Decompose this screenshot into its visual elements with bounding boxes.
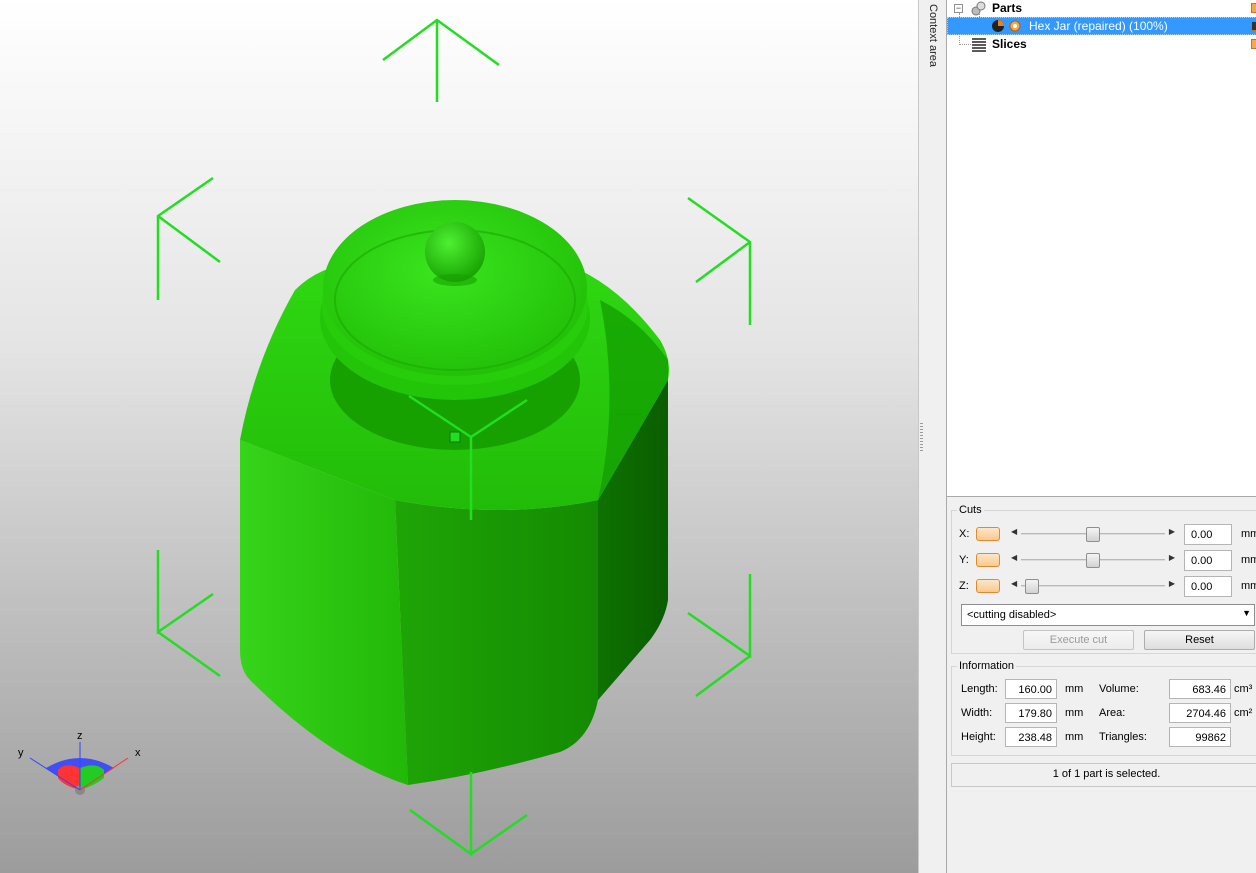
volume-unit: cm³ <box>1234 683 1253 695</box>
tree-item-slices[interactable]: Slices <box>947 35 1256 53</box>
cut-unit: mm <box>1241 580 1256 592</box>
slider-thumb[interactable] <box>1086 527 1100 542</box>
axis-label-y: y <box>18 747 24 759</box>
cut-lock-toggle[interactable] <box>976 527 1000 541</box>
slices-icon <box>971 36 987 52</box>
triangles-value: 99862 <box>1169 727 1231 747</box>
cut-lock-toggle[interactable] <box>976 553 1000 567</box>
parts-tree[interactable]: − Parts Hex Jar (repaired) (100%) Slices <box>947 0 1256 497</box>
execute-cut-button[interactable]: Execute cut <box>1023 630 1134 650</box>
tree-item-label: Hex Jar (repaired) (100%) <box>1029 19 1168 33</box>
cut-axis-label: Z: <box>959 580 969 592</box>
tree-item-parts[interactable]: − Parts <box>947 0 1256 18</box>
3d-viewport[interactable]: z y x <box>0 0 918 873</box>
context-area-label: Context area <box>927 4 939 67</box>
tree-item-hex-jar[interactable]: Hex Jar (repaired) (100%) <box>947 17 1256 35</box>
eye-icon[interactable] <box>1009 20 1025 36</box>
tree-item-label: Slices <box>992 37 1027 51</box>
lock-icon <box>1251 3 1256 13</box>
cut-unit: mm <box>1241 554 1256 566</box>
area-label: Area: <box>1099 707 1126 719</box>
information-title: Information <box>957 660 1017 672</box>
cut-row-y: Y: ◀ ▶ 0.00 mm <box>959 550 1256 572</box>
jar-model[interactable] <box>240 200 669 785</box>
right-panel: − Parts Hex Jar (repaired) (100%) Slices <box>946 0 1256 873</box>
lock-icon <box>1251 21 1256 31</box>
cuts-title: Cuts <box>957 504 984 516</box>
volume-value: 683.46 <box>1169 679 1231 699</box>
slider-right-arrow-icon[interactable]: ▶ <box>1169 527 1175 536</box>
volume-label: Volume: <box>1099 683 1139 695</box>
cutting-mode-value: <cutting disabled> <box>967 609 1057 621</box>
selection-status: 1 of 1 part is selected. <box>951 763 1256 787</box>
cut-axis-label: Y: <box>959 554 969 566</box>
slider-right-arrow-icon[interactable]: ▶ <box>1169 579 1175 588</box>
slider-left-arrow-icon[interactable]: ◀ <box>1011 527 1017 536</box>
info-row-1: Length: 160.00 mm Volume: 683.46 cm³ <box>959 679 1256 701</box>
info-row-3: Height: 238.48 mm Triangles: 99862 <box>959 727 1256 749</box>
cutting-mode-select[interactable]: <cutting disabled> ▼ <box>961 604 1255 626</box>
cut-slider-z[interactable]: ◀ ▶ <box>1011 578 1175 594</box>
height-label: Height: <box>961 731 996 743</box>
width-label: Width: <box>961 707 993 719</box>
length-value: 160.00 <box>1005 679 1057 699</box>
cut-value-z[interactable]: 0.00 <box>1184 576 1232 597</box>
cut-lock-toggle[interactable] <box>976 579 1000 593</box>
cut-slider-x[interactable]: ◀ ▶ <box>1011 526 1175 542</box>
context-area-strip[interactable]: Context area <box>918 0 946 873</box>
width-unit: mm <box>1065 707 1084 719</box>
tree-item-label: Parts <box>992 1 1023 15</box>
height-value: 238.48 <box>1005 727 1057 747</box>
slider-left-arrow-icon[interactable]: ◀ <box>1011 579 1017 588</box>
jar-knob <box>425 222 485 282</box>
lock-icon <box>1251 39 1256 49</box>
cut-slider-y[interactable]: ◀ ▶ <box>1011 552 1175 568</box>
reset-button[interactable]: Reset <box>1144 630 1255 650</box>
length-unit: mm <box>1065 683 1084 695</box>
parts-icon <box>971 1 987 17</box>
length-label: Length: <box>961 683 998 695</box>
jar-face-front <box>395 500 598 785</box>
chevron-down-icon: ▼ <box>1242 608 1251 618</box>
cut-value-y[interactable]: 0.00 <box>1184 550 1232 571</box>
splitter-grip[interactable] <box>920 423 923 453</box>
info-row-2: Width: 179.80 mm Area: 2704.46 cm² <box>959 703 1256 725</box>
cut-row-x: X: ◀ ▶ 0.00 mm <box>959 524 1256 546</box>
triangles-label: Triangles: <box>1099 731 1147 743</box>
axis-label-x: x <box>135 747 141 759</box>
area-unit: cm² <box>1234 707 1253 719</box>
cut-unit: mm <box>1241 528 1256 540</box>
collapse-toggle[interactable]: − <box>954 4 963 13</box>
pivot-handle[interactable] <box>449 431 461 443</box>
cut-row-z: Z: ◀ ▶ 0.00 mm <box>959 576 1256 598</box>
part-shaded-icon <box>991 19 1007 35</box>
cut-axis-label: X: <box>959 528 970 540</box>
slider-thumb[interactable] <box>1086 553 1100 568</box>
cut-value-x[interactable]: 0.00 <box>1184 524 1232 545</box>
axis-label-z: z <box>77 730 83 742</box>
width-value: 179.80 <box>1005 703 1057 723</box>
area-value: 2704.46 <box>1169 703 1231 723</box>
slider-left-arrow-icon[interactable]: ◀ <box>1011 553 1017 562</box>
height-unit: mm <box>1065 731 1084 743</box>
axis-gizmo: z y x <box>18 730 141 795</box>
slider-thumb[interactable] <box>1025 579 1039 594</box>
slider-right-arrow-icon[interactable]: ▶ <box>1169 553 1175 562</box>
